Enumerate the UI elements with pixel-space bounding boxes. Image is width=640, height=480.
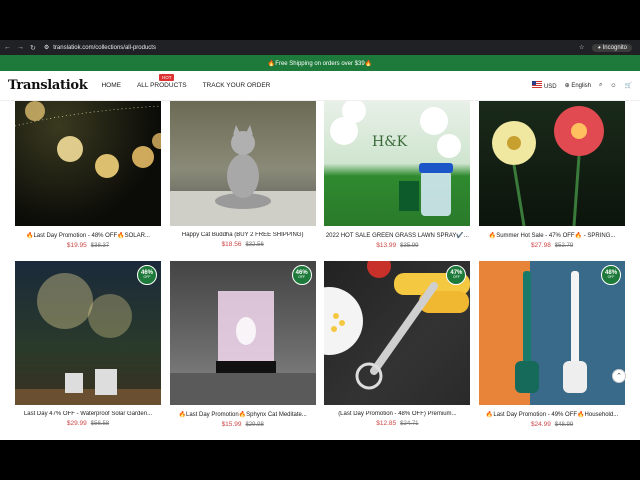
product-image[interactable]: 48% OFF	[479, 261, 626, 405]
us-flag-icon	[532, 81, 543, 88]
discount-off: OFF	[607, 275, 615, 280]
chevron-up-icon: ⌃	[616, 373, 622, 380]
product-title[interactable]: 🔥Last Day Promotion - 49% OFF🔥Household.…	[479, 411, 625, 418]
shipping-banner-text: 🔥Free Shipping on orders over $39🔥	[267, 60, 373, 67]
product-price: $13.99 $35.99	[324, 242, 470, 249]
menu-all-products-label: ALL PRODUCTS	[136, 82, 187, 89]
product-image[interactable]	[479, 101, 626, 226]
product-card[interactable]: 🔥Last Day Promotion - 48% OFF🔥SOLAR... $…	[15, 101, 161, 249]
product-title[interactable]: 🔥Last Day Promotion🔥Sphynx Cat Meditate.…	[170, 411, 316, 418]
product-image[interactable]: 46% OFF	[15, 261, 161, 405]
product-title[interactable]: Last Day 47% OFF - Waterproof Solar Gard…	[15, 411, 161, 417]
product-card[interactable]: H&K 2022 HOT SALE GREEN GRASS LAWN SPRAY…	[324, 101, 471, 249]
menu-home[interactable]: HOME	[101, 82, 121, 89]
original-price: $38.37	[90, 243, 110, 249]
browser-toolbar: ← → ↻ ⚙ translatiok.com/collections/all-…	[0, 40, 640, 55]
product-image[interactable]	[15, 101, 161, 226]
discount-badge: 46% OFF	[137, 265, 157, 285]
search-icon[interactable]: ⌕	[599, 82, 602, 89]
discount-off: OFF	[143, 275, 151, 280]
sale-price: $13.99	[376, 242, 397, 249]
globe-icon: ⊕	[564, 83, 570, 89]
corn-stripper-illustration	[324, 261, 471, 390]
site-header: Translatiok HOME ALL PRODUCTS HOT TRACK …	[0, 71, 640, 101]
original-price: $48.99	[554, 422, 574, 428]
main-menu: HOME ALL PRODUCTS HOT TRACK YOUR ORDER	[101, 74, 271, 89]
url-text: translatiok.com/collections/all-products	[53, 44, 156, 51]
product-title[interactable]: Happy Cat Buddha (BUY 2 FREE SHIPPING)	[170, 232, 316, 238]
sale-price: $18.56	[221, 241, 242, 248]
hot-badge: HOT	[158, 74, 175, 81]
product-price: $24.99 $48.99	[479, 421, 625, 428]
product-grid: 🔥Last Day Promotion - 48% OFF🔥SOLAR... $…	[15, 101, 626, 428]
sale-price: $15.99	[221, 421, 242, 428]
sale-price: $19.95	[66, 242, 87, 249]
discount-badge: 48% OFF	[601, 265, 622, 285]
currency-selector[interactable]: USD	[532, 81, 557, 90]
site-info-icon[interactable]: ⚙	[44, 44, 49, 51]
incognito-label: Incognito	[602, 44, 627, 51]
discount-off: OFF	[452, 275, 460, 280]
product-price: $29.99 $56.58	[15, 420, 161, 427]
product-image[interactable]: 46% OFF	[169, 261, 316, 405]
cat-buddha-illustration	[169, 125, 316, 226]
discount-badge: 46% OFF	[291, 265, 312, 285]
product-card[interactable]: 🔥Summer Hot Sale - 47% OFF🔥 - SPRING... …	[479, 101, 626, 249]
original-price: $24.71	[400, 421, 419, 427]
reload-icon[interactable]: ↻	[30, 44, 36, 52]
original-price: $52.79	[554, 243, 574, 249]
product-image[interactable]	[169, 101, 316, 226]
svg-text:H&K: H&K	[372, 134, 408, 150]
sale-price: $27.98	[530, 242, 551, 249]
product-image[interactable]: H&K	[324, 101, 471, 226]
product-price: $19.95 $38.37	[15, 242, 161, 249]
original-price: $29.98	[245, 422, 264, 428]
bookmark-star-icon[interactable]: ☆	[579, 44, 584, 51]
lawn-spray-illustration: H&K	[330, 101, 462, 216]
discount-off: OFF	[298, 275, 306, 280]
original-price: $35.99	[400, 243, 419, 249]
product-card[interactable]: 46% OFF 🔥Last Day Promotion🔥Sphynx Cat Me…	[169, 261, 316, 428]
store-page: 🔥Free Shipping on orders over $39🔥 Trans…	[0, 55, 640, 440]
product-title[interactable]: 🔥Last Day Promotion - 48% OFF🔥SOLAR...	[15, 232, 161, 239]
product-price: $18.56 $32.56	[170, 241, 316, 248]
currency-label: USD	[543, 84, 557, 90]
store-logo[interactable]: Translatiok	[8, 78, 88, 93]
product-price: $12.85 $24.71	[324, 420, 470, 427]
product-card[interactable]: Happy Cat Buddha (BUY 2 FREE SHIPPING) $…	[169, 101, 316, 249]
product-card[interactable]: 47% OFF (Last Day Promotion - 48% OFF) Pr…	[324, 261, 471, 428]
solar-flower-illustration	[492, 106, 605, 226]
back-icon[interactable]: ←	[4, 44, 11, 52]
product-card[interactable]: 48% OFF 🔥Last Day Promotion - 49% OFF🔥Hou…	[479, 261, 626, 428]
original-price: $32.56	[245, 242, 264, 248]
product-title[interactable]: 🔥Summer Hot Sale - 47% OFF🔥 - SPRING...	[479, 232, 625, 239]
original-price: $56.58	[90, 421, 110, 427]
product-price: $27.98 $52.79	[479, 242, 625, 249]
firework-lights-illustration	[15, 273, 161, 405]
product-image[interactable]: 47% OFF	[324, 261, 471, 405]
sphynx-cat-cube-illustration	[169, 291, 316, 405]
sale-price: $12.85	[376, 420, 397, 427]
sale-price: $24.99	[530, 421, 551, 428]
menu-track-order[interactable]: TRACK YOUR ORDER	[203, 82, 271, 89]
product-price: $15.99 $29.98	[170, 421, 316, 428]
product-card[interactable]: 46% OFF Last Day 47% OFF - Waterproof Sol…	[15, 261, 161, 428]
product-title[interactable]: 2022 HOT SALE GREEN GRASS LAWN SPRAY✔️..…	[324, 232, 470, 239]
menu-all-products[interactable]: ALL PRODUCTS HOT	[136, 74, 187, 89]
toilet-brush-illustration	[515, 271, 588, 393]
address-bar[interactable]: ⚙ translatiok.com/collections/all-produc…	[44, 44, 579, 52]
browser-nav: ← → ↻	[0, 44, 36, 52]
forward-icon[interactable]: →	[17, 44, 24, 52]
language-selector[interactable]: ⊕ English	[565, 82, 591, 89]
cart-icon[interactable]: 🛒	[625, 82, 632, 89]
language-label: English	[571, 83, 591, 89]
shipping-banner: 🔥Free Shipping on orders over $39🔥	[0, 55, 640, 71]
sale-price: $29.99	[66, 420, 87, 427]
incognito-icon: ◕	[597, 44, 601, 51]
product-title[interactable]: (Last Day Promotion - 48% OFF) Premium..…	[324, 411, 470, 417]
incognito-indicator[interactable]: ◕ Incognito	[592, 43, 632, 52]
scroll-to-top-button[interactable]: ⌃	[612, 369, 626, 383]
solar-lights-illustration	[15, 101, 161, 178]
account-icon[interactable]: ☺	[610, 83, 616, 89]
